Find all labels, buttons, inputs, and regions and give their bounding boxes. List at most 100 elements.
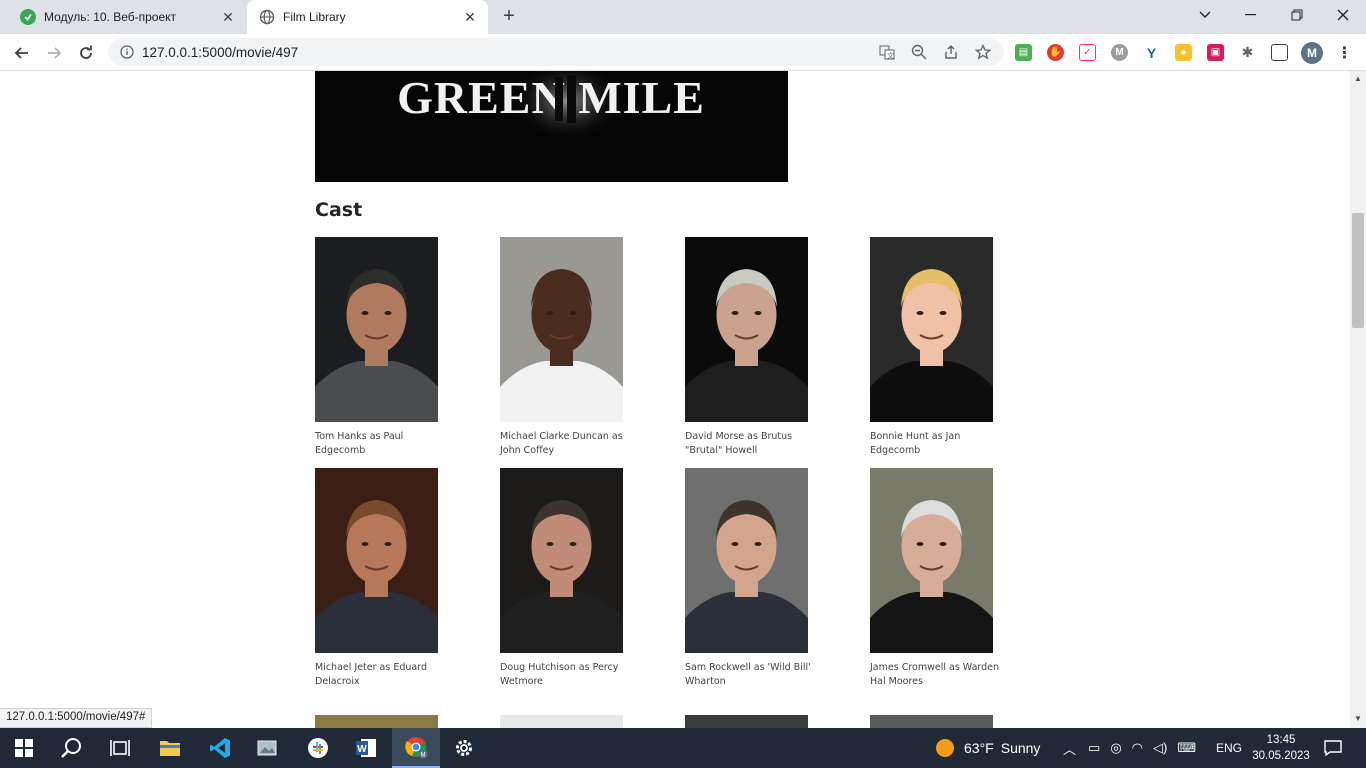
volume-icon[interactable]: ◁): [1153, 740, 1167, 756]
tab-moodle[interactable]: Модуль: 10. Веб-проект ✕: [8, 0, 246, 34]
notification-icon: [1324, 740, 1342, 757]
status-bar-url: 127.0.0.1:5000/movie/497#: [0, 708, 153, 728]
poster-title: GREEN MILE: [397, 72, 705, 123]
info-icon: [120, 45, 134, 59]
movie-poster: GREEN MILE: [315, 71, 788, 182]
tab-film-library[interactable]: Film Library ✕: [247, 0, 488, 34]
scroll-up-arrow[interactable]: ▲: [1354, 74, 1362, 83]
cast-caption: James Cromwell as Warden Hal Moores: [870, 662, 1000, 687]
cast-photo[interactable]: [870, 237, 993, 422]
cast-card[interactable]: Michael Jeter as Eduard Delacroix: [315, 468, 465, 689]
share-icon[interactable]: [942, 43, 960, 61]
slack-button[interactable]: [294, 728, 342, 768]
cast-photo[interactable]: [500, 468, 623, 653]
tray-icons[interactable]: ︿ ▭ ◎ ◠ ◁) ⌨: [1063, 728, 1196, 768]
tab-search-button[interactable]: [1182, 0, 1228, 30]
back-button[interactable]: [8, 39, 36, 67]
gift-extension-icon[interactable]: ▣: [1207, 44, 1224, 61]
cast-card[interactable]: Doug Hutchison as Percy Wetmore: [500, 468, 650, 689]
close-window-button[interactable]: [1320, 0, 1366, 30]
profile-avatar[interactable]: M: [1301, 42, 1323, 64]
language-indicator[interactable]: ENG: [1216, 728, 1242, 768]
tab-strip: Модуль: 10. Веб-проект ✕ Film Library ✕ …: [0, 0, 1366, 34]
keep-extension-icon[interactable]: ●: [1175, 44, 1192, 61]
wifi-icon[interactable]: ◠: [1132, 740, 1143, 756]
task-view-button[interactable]: [96, 728, 144, 768]
file-explorer-button[interactable]: [146, 728, 194, 768]
task-view-icon: [110, 740, 130, 756]
cast-photo[interactable]: [685, 237, 808, 422]
clock[interactable]: 13:45 30.05.2023: [1252, 728, 1310, 768]
clock-time: 13:45: [1266, 734, 1296, 746]
cast-heading: Cast: [315, 199, 363, 221]
photos-app-button[interactable]: [244, 728, 292, 768]
globe-icon: [259, 9, 275, 25]
bookmark-star-icon[interactable]: [974, 43, 992, 61]
restore-button[interactable]: [1274, 0, 1320, 30]
translate-icon[interactable]: 文: [878, 43, 896, 61]
cast-photo[interactable]: [315, 237, 438, 422]
side-panel-icon[interactable]: [1271, 44, 1288, 61]
puzzle-icon[interactable]: ✱: [1239, 44, 1256, 61]
minimize-button[interactable]: [1228, 0, 1274, 30]
cast-photo[interactable]: [685, 468, 808, 653]
cast-card[interactable]: Bonnie Hunt as Jan Edgecomb: [870, 237, 1020, 458]
cast-caption: Doug Hutchison as Percy Wetmore: [500, 662, 619, 687]
chrome-button[interactable]: M: [392, 728, 440, 768]
menu-kebab-icon[interactable]: ⋮: [1336, 44, 1353, 62]
page-viewport: GREEN MILE Cast Tom Hanks as Paul Edgeco…: [0, 71, 1350, 728]
cast-photo[interactable]: [870, 468, 993, 653]
keyboard-icon[interactable]: ⌨: [1177, 740, 1196, 756]
webcam-icon[interactable]: ◎: [1110, 740, 1121, 756]
browser-chrome: Модуль: 10. Веб-проект ✕ Film Library ✕ …: [0, 0, 1366, 71]
cast-card[interactable]: David Morse as Brutus "Brutal" Howell: [685, 237, 835, 458]
notifications-button[interactable]: [1324, 728, 1342, 768]
search-button[interactable]: [48, 728, 96, 768]
start-button[interactable]: [0, 728, 48, 768]
cast-card[interactable]: Sam Rockwell as 'Wild Bill' Wharton: [685, 468, 835, 689]
close-icon: [1337, 9, 1349, 21]
weather-widget[interactable]: 63°F Sunny: [936, 728, 1040, 768]
adblock-extension-icon[interactable]: ✋: [1047, 44, 1064, 61]
scroll-down-arrow[interactable]: ▼: [1354, 714, 1362, 723]
cast-card[interactable]: James Cromwell as Warden Hal Moores: [870, 468, 1020, 689]
word-button[interactable]: W: [342, 728, 390, 768]
cast-card[interactable]: Tom Hanks as Paul Edgecomb: [315, 237, 465, 458]
new-tab-button[interactable]: +: [498, 6, 520, 28]
close-icon[interactable]: ✕: [220, 9, 236, 25]
settings-button[interactable]: [440, 728, 488, 768]
cast-caption: Michael Jeter as Eduard Delacroix: [315, 662, 427, 687]
close-icon[interactable]: ✕: [462, 9, 478, 25]
svg-text:M: M: [421, 753, 426, 759]
reload-button[interactable]: [72, 39, 100, 67]
print-extension-icon[interactable]: ▤: [1015, 44, 1032, 61]
cast-caption: Tom Hanks as Paul Edgecomb: [315, 431, 404, 456]
cast-card[interactable]: Michael Clarke Duncan as John Coffey: [500, 237, 650, 458]
chrome-icon: M: [405, 737, 428, 759]
chevron-down-icon: [1199, 11, 1211, 18]
chevron-up-icon[interactable]: ︿: [1063, 739, 1076, 758]
cast-photo-partial: [500, 715, 623, 728]
moodle-green-icon: [20, 9, 36, 25]
cast-photo-partial: [315, 715, 438, 728]
scrollbar-track[interactable]: [1350, 71, 1366, 728]
arrow-left-icon: [14, 47, 28, 59]
pocket-extension-icon[interactable]: ✓: [1079, 44, 1096, 61]
minimize-icon: [1245, 14, 1256, 16]
m-extension-icon[interactable]: M: [1111, 44, 1128, 61]
word-icon: W: [356, 739, 376, 757]
cast-caption: David Morse as Brutus "Brutal" Howell: [685, 431, 793, 456]
weather-temp: 63°F: [964, 740, 994, 756]
cast-photo-partial: [685, 715, 808, 728]
forward-button[interactable]: [40, 39, 68, 67]
battery-icon[interactable]: ▭: [1088, 740, 1100, 756]
cast-photo[interactable]: [315, 468, 438, 653]
address-bar[interactable]: 127.0.0.1:5000/movie/497 文: [108, 38, 1004, 66]
zoom-icon[interactable]: [910, 43, 928, 61]
vscode-button[interactable]: [196, 728, 244, 768]
picture-icon: [257, 740, 277, 756]
windows-icon: [15, 739, 33, 757]
cast-photo[interactable]: [500, 237, 623, 422]
y-extension-icon[interactable]: Y: [1143, 44, 1160, 61]
scrollbar-thumb[interactable]: [1352, 213, 1364, 328]
